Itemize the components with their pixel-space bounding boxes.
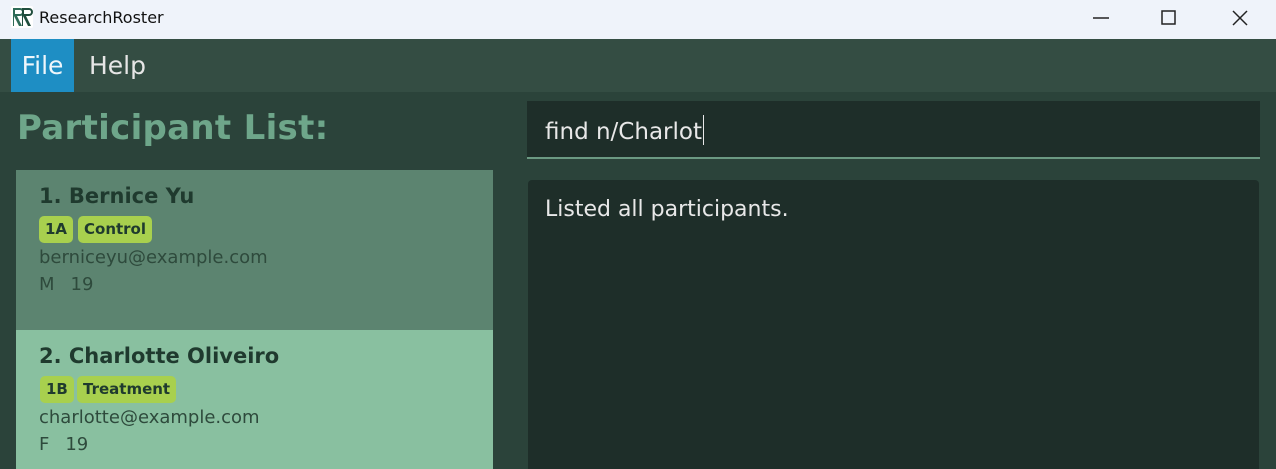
command-input[interactable]: find n/Charlot	[545, 115, 704, 145]
command-box[interactable]: find n/Charlot	[527, 101, 1260, 159]
participant-list-title: Participant List:	[17, 108, 329, 148]
participant-age: 19	[70, 274, 94, 295]
close-button[interactable]	[1205, 0, 1275, 39]
minimize-button[interactable]	[1066, 0, 1136, 39]
maximize-button[interactable]	[1134, 0, 1204, 39]
participant-age: 19	[65, 434, 89, 455]
menu-bar: File Help	[0, 39, 1276, 92]
participant-name: 2. Charlotte Oliveiro	[39, 344, 280, 368]
app-logo-icon	[11, 6, 33, 28]
participant-email: berniceyu@example.com	[39, 247, 268, 268]
participant-card[interactable]: 1. Bernice Yu 1A Control berniceyu@examp…	[16, 170, 493, 330]
participant-tag: 1B	[40, 376, 74, 403]
close-icon	[1232, 10, 1248, 26]
title-bar: ResearchRoster	[0, 0, 1276, 39]
participant-meta: M 19	[39, 274, 109, 295]
result-message: Listed all participants.	[545, 197, 789, 222]
participant-gender: M	[39, 274, 55, 295]
minimize-icon	[1093, 17, 1109, 19]
command-text: find n/Charlot	[545, 119, 702, 145]
participant-meta: F 19	[39, 434, 104, 455]
participant-tag: Control	[78, 216, 153, 243]
menu-help[interactable]: Help	[75, 39, 160, 92]
participant-email: charlotte@example.com	[39, 407, 260, 428]
participant-card[interactable]: 2. Charlotte Oliveiro 1B Treatment charl…	[16, 330, 493, 469]
participant-list[interactable]: 1. Bernice Yu 1A Control berniceyu@examp…	[16, 170, 493, 469]
participant-tag: Treatment	[77, 376, 177, 403]
participant-gender: F	[39, 434, 50, 455]
participant-name: 1. Bernice Yu	[39, 184, 195, 208]
window-title: ResearchRoster	[39, 8, 164, 27]
text-caret	[702, 115, 704, 145]
maximize-icon	[1161, 10, 1176, 25]
menu-file[interactable]: File	[11, 39, 74, 92]
participant-tag: 1A	[39, 216, 74, 243]
result-display: Listed all participants.	[528, 180, 1259, 469]
